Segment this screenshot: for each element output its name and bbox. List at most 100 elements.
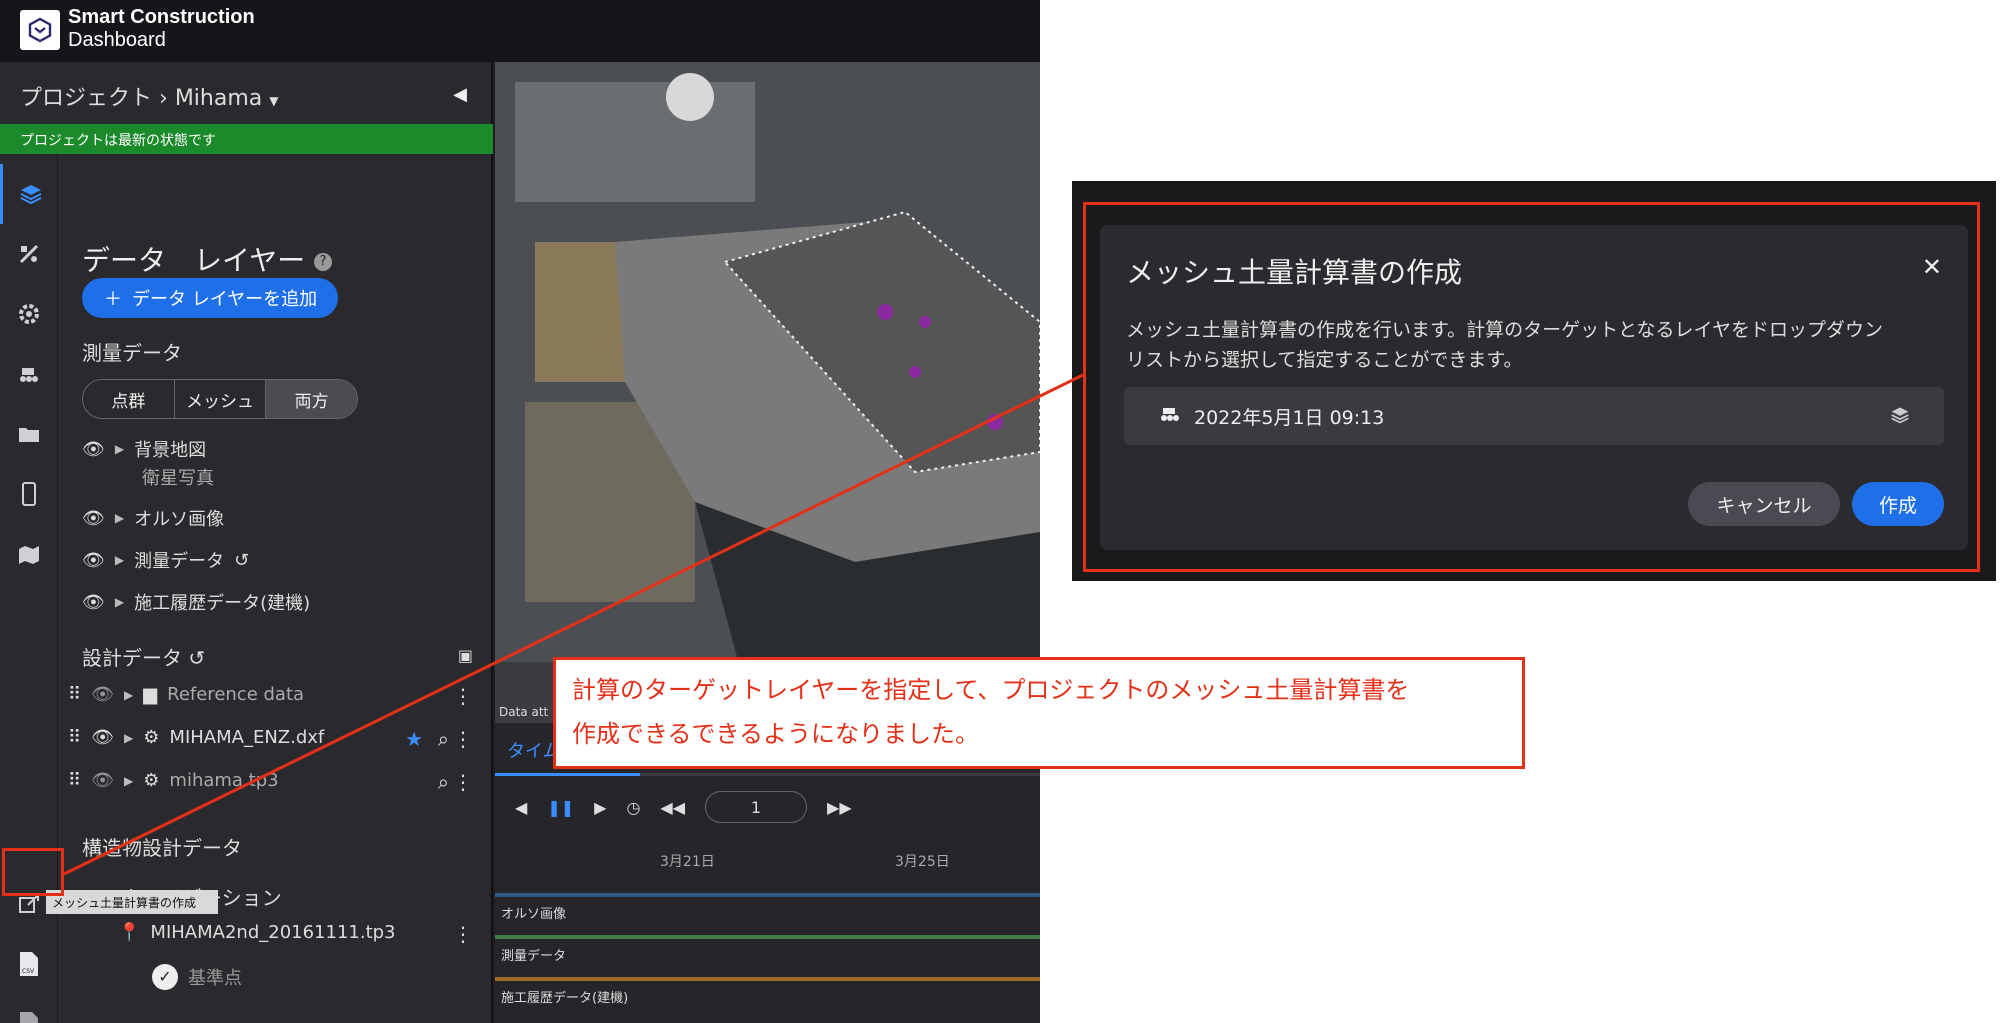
localization-item[interactable]: 📍 MIHAMA2nd_20161111.tp3	[118, 922, 396, 943]
pdf-file-icon[interactable]: PDF	[0, 994, 58, 1023]
timeline-date: 3月21日	[660, 854, 715, 870]
excavator-icon[interactable]	[0, 344, 58, 404]
drag-handle-icon[interactable]: ⠿	[68, 770, 81, 791]
track-bar-ortho	[495, 893, 1040, 897]
gear-icon[interactable]	[0, 284, 58, 344]
app-logo-icon	[20, 10, 60, 50]
segment-both[interactable]: 両方	[266, 380, 357, 418]
layer-subtitle: 衛星写真	[142, 468, 214, 489]
map-viewport[interactable]: Data att	[495, 62, 1040, 723]
folder-icon: ▆	[143, 684, 158, 705]
design-item-name: mihama.tp3	[169, 770, 279, 791]
breadcrumb-separator: ›	[159, 86, 168, 111]
excavator-icon: ⚙	[143, 727, 160, 748]
eye-icon[interactable]: 👁	[82, 508, 105, 529]
track-bar-survey	[495, 935, 1040, 939]
history-icon[interactable]: ↺	[188, 646, 205, 670]
timeline-date: 3月25日	[895, 854, 950, 870]
design-item-name: Reference data	[167, 684, 305, 705]
design-item-row[interactable]: ⠿ 👁 ▶ ⚙ mihama.tp3	[68, 770, 279, 791]
eye-icon[interactable]: 👁	[82, 592, 105, 613]
eye-off-icon[interactable]: 👁	[91, 684, 114, 705]
eye-icon[interactable]: 👁	[91, 727, 114, 748]
add-folder-icon[interactable]: ▣	[458, 646, 473, 665]
layers-icon[interactable]	[0, 164, 58, 224]
expand-icon[interactable]: ▶	[115, 442, 124, 456]
callout-line: 作成できるできるようになりました。	[572, 720, 980, 748]
layer-name: 測量データ	[134, 551, 225, 572]
csv-highlight-box	[2, 848, 64, 896]
localization-file-name: MIHAMA2nd_20161111.tp3	[150, 922, 396, 943]
track-label: 測量データ	[501, 949, 567, 964]
clock-icon[interactable]: ◷	[626, 798, 640, 817]
check-circle-icon[interactable]: ✓	[152, 964, 178, 990]
benchmark-row[interactable]: ✓ 基準点	[152, 964, 242, 990]
expand-icon[interactable]: ▶	[115, 511, 124, 525]
structure-design-heading: 構造物設計データ	[82, 836, 242, 860]
data-layer-title: データ レイヤー ?	[82, 239, 333, 279]
eye-icon[interactable]: 👁	[82, 439, 105, 460]
map-attribution: Data att	[499, 705, 549, 719]
layer-row[interactable]: 👁 ▶ オルソ画像	[82, 505, 224, 531]
expand-icon[interactable]: ▶	[115, 553, 124, 567]
more-icon[interactable]: ⋮	[453, 684, 473, 708]
segment-mesh[interactable]: メッシュ	[175, 380, 267, 418]
expand-icon[interactable]: ▶	[115, 595, 124, 609]
more-icon[interactable]: ⋮	[453, 727, 473, 751]
more-icon[interactable]: ⋮	[453, 922, 473, 946]
pin-icon: 📍	[118, 922, 141, 943]
tools-icon[interactable]	[0, 224, 58, 284]
add-data-layer-label: データ レイヤーを追加	[132, 289, 318, 310]
help-icon[interactable]: ?	[314, 253, 333, 271]
callout-line: 計算のターゲットレイヤーを指定して、プロジェクトのメッシュ土量計算書を	[572, 676, 1410, 704]
folder-icon[interactable]	[0, 404, 58, 464]
chevron-down-icon[interactable]: ▼	[269, 94, 278, 108]
search-icon[interactable]: ⌕	[438, 727, 449, 751]
pause-icon[interactable]: ❚❚	[547, 798, 574, 817]
expand-icon[interactable]: ▶	[124, 731, 133, 745]
segment-point-cloud[interactable]: 点群	[83, 380, 175, 418]
play-icon[interactable]: ▶	[594, 798, 606, 817]
layer-name: 施工履歴データ(建機)	[134, 593, 311, 614]
breadcrumb[interactable]: プロジェクト › Mihama ▼ ◀	[0, 62, 493, 124]
layer-row[interactable]: 👁 ▶ 測量データ ↺	[82, 547, 249, 573]
collapse-panel-icon[interactable]: ◀	[453, 84, 467, 105]
eye-icon[interactable]: 👁	[82, 550, 105, 571]
search-icon[interactable]: ⌕	[438, 770, 449, 794]
survey-data-heading: 測量データ	[82, 341, 182, 365]
design-data-title: 設計データ	[82, 646, 182, 670]
status-bar: プロジェクトは最新の状態です	[0, 124, 493, 154]
expand-icon[interactable]: ▶	[124, 774, 133, 788]
project-name[interactable]: Mihama	[175, 86, 262, 111]
breadcrumb-root[interactable]: プロジェクト	[20, 86, 152, 111]
drag-handle-icon[interactable]: ⠿	[68, 727, 81, 748]
drag-handle-icon[interactable]: ⠿	[68, 684, 81, 705]
design-item-row[interactable]: ⠿ 👁 ▶ ▆ Reference data	[68, 684, 304, 705]
benchmark-label: 基準点	[188, 968, 242, 989]
star-icon[interactable]: ★	[405, 727, 423, 751]
fast-forward-icon[interactable]: ▶▶	[827, 798, 852, 817]
add-data-layer-button[interactable]: ＋ データ レイヤーを追加	[82, 278, 338, 318]
more-icon[interactable]: ⋮	[453, 770, 473, 794]
map-icon[interactable]	[0, 524, 58, 584]
eye-off-icon[interactable]: 👁	[91, 770, 114, 791]
track-label: オルソ画像	[501, 907, 567, 922]
app-window: Smart Construction Dashboard プロジェクト › Mi…	[0, 0, 1040, 1023]
layer-name: オルソ画像	[134, 509, 225, 530]
expand-icon[interactable]: ▶	[124, 688, 133, 702]
app-logo-text: Smart Construction Dashboard	[68, 6, 255, 52]
layer-row[interactable]: 👁 ▶ 背景地図	[82, 436, 206, 462]
design-data-heading: 設計データ ↺	[82, 642, 205, 671]
design-item-row[interactable]: ⠿ 👁 ▶ ⚙ MIHAMA_ENZ.dxf	[68, 727, 324, 748]
track-bar-machine	[495, 977, 1040, 981]
rewind-icon[interactable]: ◀◀	[660, 798, 685, 817]
step-back-icon[interactable]: ◀	[515, 798, 527, 817]
frame-input[interactable]: 1	[705, 791, 808, 823]
top-bar: Smart Construction Dashboard	[0, 0, 1040, 62]
history-icon[interactable]: ↺	[234, 550, 249, 571]
svg-text:CSV: CSV	[22, 968, 35, 975]
layer-row[interactable]: 👁 ▶ 施工履歴データ(建機)	[82, 589, 310, 615]
mobile-icon[interactable]	[0, 464, 58, 524]
csv-file-icon[interactable]: CSV	[0, 934, 58, 994]
design-item-name: MIHAMA_ENZ.dxf	[169, 727, 325, 748]
